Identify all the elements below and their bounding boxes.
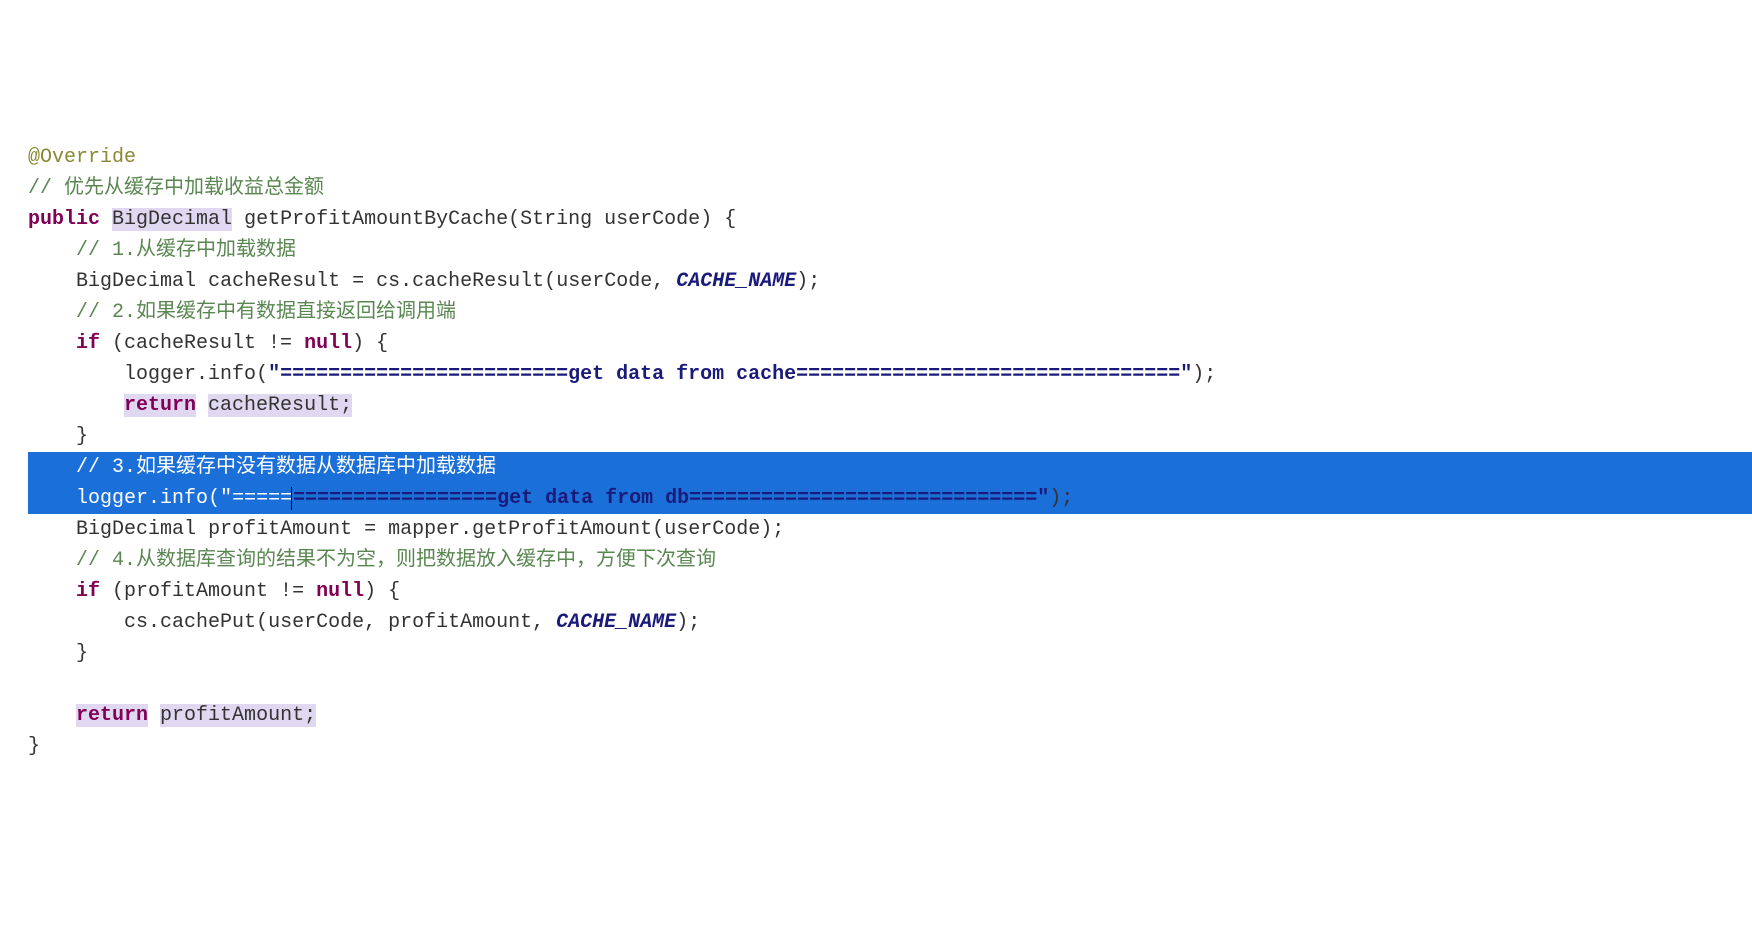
keyword-null: null	[316, 580, 364, 603]
code-line: BigDecimal cacheResult = cs.cacheResult(…	[28, 266, 1752, 297]
text: ) {	[364, 580, 400, 603]
code-line-selected: // 3.如果缓存中没有数据从数据库中加载数据	[28, 452, 1752, 483]
method-name: getProfitAmountByCache	[244, 208, 508, 231]
text: ;	[340, 394, 352, 417]
obj-logger: logger	[76, 487, 148, 510]
code-line: }	[28, 421, 1752, 452]
code-line-selected: logger.info("======================get d…	[28, 483, 1752, 514]
type-bigdecimal: BigDecimal	[76, 270, 196, 293]
code-editor[interactable]: @Override // 优先从缓存中加载收益总金额 public BigDecim…	[28, 142, 1752, 762]
text: =	[352, 518, 388, 541]
text: =	[340, 270, 376, 293]
code-line: // 优先从缓存中加载收益总金额	[28, 173, 1752, 204]
brace: }	[28, 735, 40, 758]
arg: profitAmount	[388, 611, 532, 634]
text: );	[796, 270, 820, 293]
text: (cacheResult !=	[100, 332, 304, 355]
arg: userCode	[268, 611, 364, 634]
code-line: cs.cachePut(userCode, profitAmount, CACH…	[28, 607, 1752, 638]
const-cachename: CACHE_NAME	[676, 270, 796, 293]
obj-cs: cs	[376, 270, 400, 293]
text: ) {	[352, 332, 388, 355]
obj-logger: logger	[124, 363, 196, 386]
keyword-return: return	[124, 394, 196, 417]
const-cachename: CACHE_NAME	[556, 611, 676, 634]
type-string: String	[520, 208, 592, 231]
code-line: if (profitAmount != null) {	[28, 576, 1752, 607]
comment: // 1.从缓存中加载数据	[76, 239, 296, 262]
call-getprofitamount: getProfitAmount	[472, 518, 652, 541]
string-literal: =================get data from db=======…	[293, 487, 1049, 510]
text: );	[676, 611, 700, 634]
obj-cs: cs	[124, 611, 148, 634]
code-line: logger.info("========================get…	[28, 359, 1752, 390]
brace: }	[76, 425, 88, 448]
text: (profitAmount !=	[100, 580, 316, 603]
comment: // 优先从缓存中加载收益总金额	[28, 177, 324, 200]
call-info: info	[160, 487, 208, 510]
keyword-null: null	[304, 332, 352, 355]
comment: // 3.如果缓存中没有数据从数据库中加载数据	[76, 456, 496, 479]
string-literal: "========================get data from c…	[268, 363, 1192, 386]
string-literal: "=====	[220, 487, 292, 510]
code-line: // 1.从缓存中加载数据	[28, 235, 1752, 266]
var-cacheresult: cacheResult	[208, 270, 340, 293]
code-line	[28, 669, 1752, 700]
code-line: public BigDecimal getProfitAmountByCache…	[28, 204, 1752, 235]
var-cacheresult: cacheResult	[208, 394, 340, 417]
code-line: }	[28, 731, 1752, 762]
param-usercode: userCode	[604, 208, 700, 231]
comment: // 4.从数据库查询的结果不为空，则把数据放入缓存中，方便下次查询	[76, 549, 716, 572]
call-cacheresult: cacheResult	[412, 270, 544, 293]
code-line: BigDecimal profitAmount = mapper.getProf…	[28, 514, 1752, 545]
call-cacheput: cachePut	[160, 611, 256, 634]
code-line: return cacheResult;	[28, 390, 1752, 421]
text: );	[1192, 363, 1216, 386]
text: ) {	[700, 208, 736, 231]
obj-mapper: mapper	[388, 518, 460, 541]
type-bigdecimal: BigDecimal	[112, 208, 232, 231]
code-line: @Override	[28, 142, 1752, 173]
var-profitamount: profitAmount	[208, 518, 352, 541]
text: );	[1049, 487, 1073, 510]
keyword-if: if	[76, 580, 100, 603]
text-caret	[291, 487, 292, 510]
text: );	[760, 518, 784, 541]
code-line: }	[28, 638, 1752, 669]
comment: // 2.如果缓存中有数据直接返回给调用端	[76, 301, 456, 324]
keyword-public: public	[28, 208, 100, 231]
keyword-if: if	[76, 332, 100, 355]
code-line: // 4.从数据库查询的结果不为空，则把数据放入缓存中，方便下次查询	[28, 545, 1752, 576]
brace: }	[76, 642, 88, 665]
type-bigdecimal: BigDecimal	[76, 518, 196, 541]
call-info: info	[208, 363, 256, 386]
annotation: @Override	[28, 146, 136, 169]
arg: userCode	[664, 518, 760, 541]
code-line: // 2.如果缓存中有数据直接返回给调用端	[28, 297, 1752, 328]
arg: userCode	[556, 270, 652, 293]
code-line: if (cacheResult != null) {	[28, 328, 1752, 359]
